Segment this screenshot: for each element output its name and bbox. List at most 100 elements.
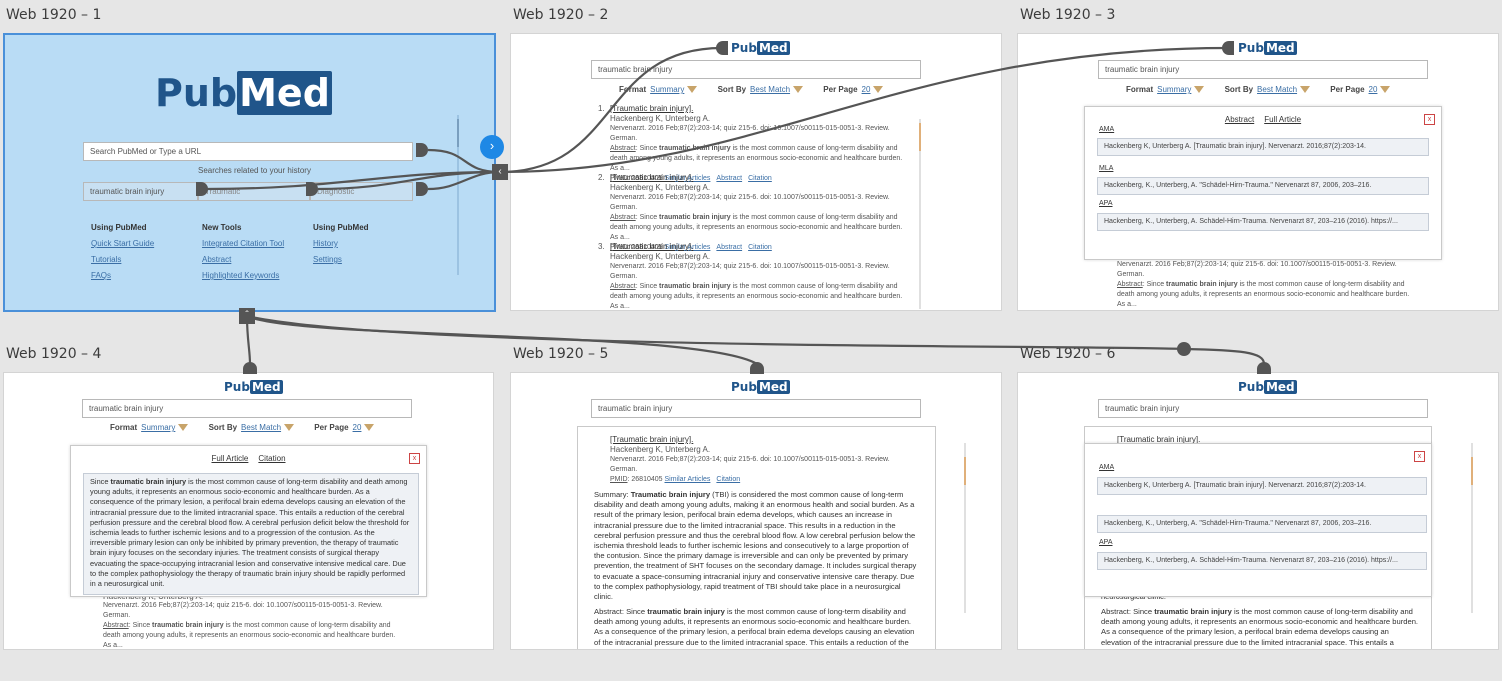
ama-citation[interactable]: Hackenberg K, Unterberg A. [Traumatic br… — [1097, 477, 1427, 495]
citation-popup: x AMA Hackenberg K, Unterberg A. [Trauma… — [1084, 443, 1432, 597]
pubmed-logo: PubMed — [1238, 41, 1297, 55]
dropdown-arrow-icon[interactable] — [284, 424, 295, 432]
result-item: Nervenarzt. 2016 Feb;87(2):203-14; quiz … — [1117, 260, 1417, 310]
ama-label: AMA — [1099, 464, 1115, 471]
abstract-text: Abstract: Since traumatic brain injury i… — [1101, 607, 1419, 649]
scrollbar[interactable] — [919, 119, 921, 309]
history-chip-3[interactable]: Diagnostic — [310, 182, 413, 201]
result-journal: Nervenarzt. 2016 Feb;87(2):203-14; quiz … — [610, 456, 890, 473]
result-item: 1. [Traumatic brain injury]. Hackenberg … — [598, 104, 910, 184]
artboard-4-abstract[interactable]: Pub Med traumatic brain injury Format Summ… — [3, 372, 494, 650]
link-tutorials[interactable]: Tutorials — [91, 255, 154, 264]
artboard-1-home[interactable]: PubMed Search PubMed or Type a URL Searc… — [3, 33, 496, 312]
abstract-text: Since traumatic brain injury is the most… — [83, 473, 419, 595]
pubmed-logo: PubMed — [224, 380, 283, 394]
scrollbar[interactable] — [964, 443, 966, 613]
wire-handle-icon[interactable] — [716, 41, 728, 55]
artboard-2-results[interactable]: Pub Med traumatic brain injury Format Summ… — [510, 33, 1002, 311]
dropdown-arrow-icon[interactable] — [687, 86, 698, 94]
tab-full-article[interactable]: Full Article — [211, 454, 248, 463]
result-snippet: Abstract: Since traumatic brain injury i… — [103, 622, 396, 649]
result-journal: Nervenarzt. 2016 Feb;87(2):203-14; quiz … — [610, 263, 890, 280]
tab-full-article[interactable]: Full Article — [1264, 115, 1301, 124]
dropdown-arrow-icon[interactable] — [793, 86, 804, 94]
dropdown-arrow-icon[interactable] — [178, 424, 189, 432]
mla-citation[interactable]: Hackenberg, K., Unterberg, A. "Schädel-H… — [1097, 515, 1427, 533]
home-column-3: Using PubMed History Settings — [313, 223, 369, 271]
scrollbar[interactable] — [457, 115, 459, 275]
result-item: 3. [Traumatic brain injury]. Hackenberg … — [598, 242, 910, 310]
pubmed-logo: PubMed — [1238, 380, 1297, 394]
sort-select[interactable]: Best Match — [750, 85, 790, 94]
result-title[interactable]: [Traumatic brain injury]. — [610, 173, 910, 183]
result-snippet: Abstract: Since traumatic brain injury i… — [610, 283, 903, 310]
pubmed-logo: PubMed — [731, 380, 790, 394]
abstract-text: Abstract: Since traumatic brain injury i… — [594, 607, 915, 647]
result-title[interactable]: [Traumatic brain injury]. — [610, 435, 910, 445]
link-quick-start[interactable]: Quick Start Guide — [91, 239, 154, 248]
artboard-label-5[interactable]: Web 1920 – 5 — [513, 346, 608, 362]
artboard-label-2[interactable]: Web 1920 – 2 — [513, 7, 608, 23]
search-input[interactable]: Search PubMed or Type a URL — [83, 142, 413, 161]
link-citation-tool[interactable]: Integrated Citation Tool — [202, 239, 284, 248]
history-chip-1[interactable]: traumatic brain injury — [83, 182, 198, 201]
dropdown-arrow-icon[interactable] — [873, 86, 884, 94]
dropdown-arrow-icon[interactable] — [1300, 86, 1311, 94]
collapse-arrow-icon[interactable]: ˆ — [239, 308, 255, 324]
result-snippet: Abstract: Since traumatic brain injury i… — [1117, 281, 1410, 308]
column-heading: Using PubMed — [313, 223, 369, 232]
artboard-label-1[interactable]: Web 1920 – 1 — [6, 7, 101, 23]
mla-label: MLA — [1099, 165, 1114, 172]
close-icon[interactable]: x — [1424, 114, 1435, 125]
dropdown-arrow-icon[interactable] — [1380, 86, 1391, 94]
wire-handle-icon[interactable] — [1222, 41, 1234, 55]
artboard-label-6[interactable]: Web 1920 – 6 — [1020, 346, 1115, 362]
artboard-label-4[interactable]: Web 1920 – 4 — [6, 346, 101, 362]
artboard-6-article-citation[interactable]: Pub Med traumatic brain injury [Traumatic… — [1017, 372, 1499, 650]
tab-abstract[interactable]: Abstract — [1225, 115, 1254, 124]
link-faqs[interactable]: FAQs — [91, 271, 154, 280]
result-title[interactable]: [Traumatic brain injury]. — [610, 104, 910, 114]
wire-handle-icon[interactable] — [1257, 362, 1271, 374]
artboard-3-citation[interactable]: Pub Med traumatic brain injury Format Summ… — [1017, 33, 1499, 311]
search-input[interactable]: traumatic brain injury — [82, 399, 412, 418]
dropdown-arrow-icon[interactable] — [1194, 86, 1205, 94]
result-snippet: Abstract: Since traumatic brain injury i… — [610, 214, 903, 241]
link-settings[interactable]: Settings — [313, 255, 369, 264]
search-input[interactable]: traumatic brain injury — [1098, 60, 1428, 79]
popup-tabs: Abstract Full Article — [1085, 115, 1441, 124]
per-page-select[interactable]: 20 — [862, 85, 871, 94]
history-chip-2[interactable]: Traumatic — [198, 182, 310, 201]
wire-handle-icon[interactable] — [750, 362, 764, 374]
result-journal: Nervenarzt. 2016 Feb;87(2):203-14; quiz … — [610, 194, 890, 211]
apa-label: APA — [1099, 539, 1113, 546]
search-input[interactable]: traumatic brain injury — [591, 60, 921, 79]
link-highlighted-keywords[interactable]: Highlighted Keywords — [202, 271, 284, 280]
scrollbar[interactable] — [1471, 443, 1473, 613]
search-input[interactable]: traumatic brain injury — [1098, 399, 1428, 418]
link-abstract[interactable]: Abstract — [202, 255, 284, 264]
home-column-2: New Tools Integrated Citation Tool Abstr… — [202, 223, 284, 287]
close-icon[interactable]: x — [409, 453, 420, 464]
wire-to-artboard-5[interactable] — [246, 314, 758, 365]
close-icon[interactable]: x — [1414, 451, 1425, 462]
result-item: 2. [Traumatic brain injury]. Hackenberg … — [598, 173, 910, 253]
result-authors: Hackenberg K, Unterberg A. — [610, 252, 711, 261]
artboard-5-full-article[interactable]: Pub Med traumatic brain injury [Traumatic… — [510, 372, 1002, 650]
pubmed-logo: PubMed — [731, 41, 790, 55]
wire-node-icon[interactable] — [1177, 342, 1191, 356]
next-artboard-icon[interactable]: › — [480, 135, 504, 159]
format-select[interactable]: Summary — [650, 85, 684, 94]
tab-citation[interactable]: Citation — [258, 454, 285, 463]
link-history[interactable]: History — [313, 239, 369, 248]
result-title[interactable]: [Traumatic brain injury]. — [610, 242, 910, 252]
mla-citation[interactable]: Hackenberg, K., Unterberg, A. "Schädel-H… — [1097, 177, 1429, 195]
apa-citation[interactable]: Hackenberg, K., Unterberg, A. Schädel-Hi… — [1097, 552, 1427, 570]
apa-citation[interactable]: Hackenberg, K., Unterberg, A. Schädel-Hi… — [1097, 213, 1429, 231]
wire-handle-icon[interactable] — [243, 362, 257, 374]
search-input[interactable]: traumatic brain injury — [591, 399, 921, 418]
ama-citation[interactable]: Hackenberg K, Unterberg A. [Traumatic br… — [1097, 138, 1429, 156]
artboard-label-3[interactable]: Web 1920 – 3 — [1020, 7, 1115, 23]
back-arrow-icon[interactable]: ‹ — [492, 164, 508, 180]
dropdown-arrow-icon[interactable] — [364, 424, 375, 432]
